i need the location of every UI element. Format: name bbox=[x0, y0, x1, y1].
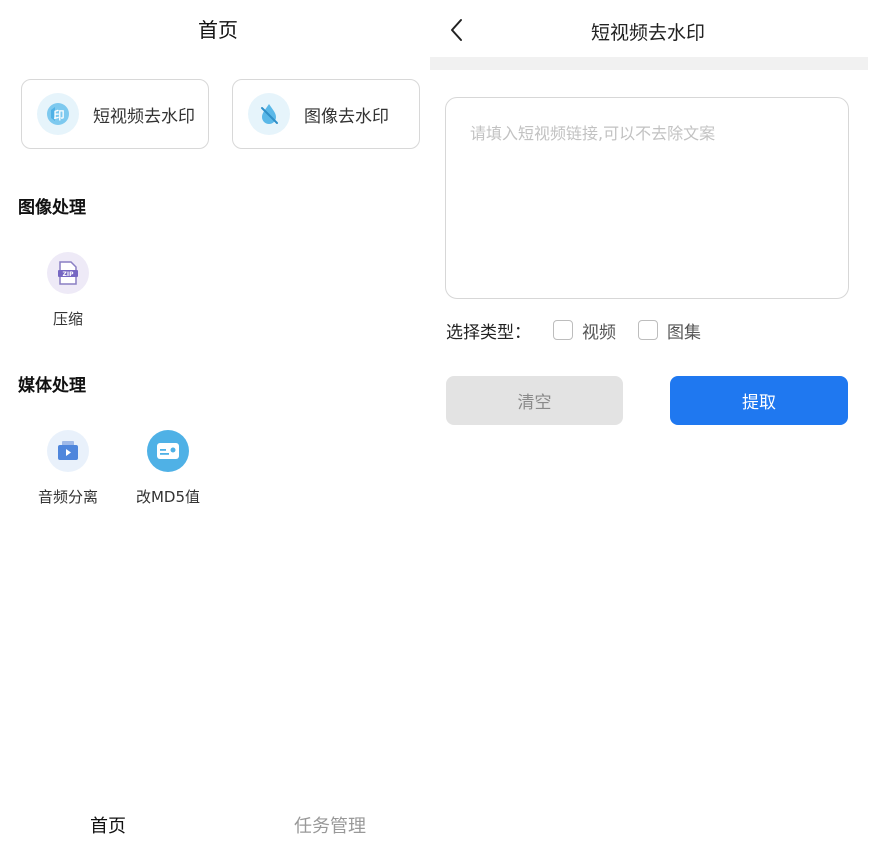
option-gallery[interactable]: 图集 bbox=[638, 318, 701, 343]
section-title-media-processing: 媒体处理 bbox=[18, 376, 86, 396]
header-divider bbox=[430, 57, 868, 70]
audio-separate-icon bbox=[47, 430, 89, 472]
option-video-label: 视频 bbox=[582, 322, 616, 343]
option-video[interactable]: 视频 bbox=[553, 318, 616, 343]
video-checkbox[interactable] bbox=[553, 320, 573, 340]
zip-icon: ZIP bbox=[47, 252, 89, 294]
section-title-image-processing: 图像处理 bbox=[18, 198, 86, 218]
clear-button[interactable]: 清空 bbox=[446, 376, 623, 425]
md5-icon bbox=[147, 430, 189, 472]
image-watermark-tool-button[interactable]: 图像去水印 bbox=[232, 79, 420, 149]
extract-button[interactable]: 提取 bbox=[670, 376, 848, 425]
extract-page-title: 短视频去水印 bbox=[590, 22, 705, 44]
grid-item-compress-label: 压缩 bbox=[52, 310, 83, 328]
svg-text:ZIP: ZIP bbox=[63, 271, 75, 278]
gallery-checkbox[interactable] bbox=[638, 320, 658, 340]
video-watermark-tool-button[interactable]: 印 短视频去水印 bbox=[21, 79, 209, 149]
grid-item-md5-label: 改MD5值 bbox=[135, 488, 201, 506]
grid-item-md5[interactable]: 改MD5值 bbox=[118, 430, 218, 507]
type-label: 选择类型： bbox=[446, 322, 531, 343]
tab-home[interactable]: 首页 bbox=[90, 812, 126, 838]
image-watermark-icon bbox=[248, 93, 290, 135]
video-link-input[interactable] bbox=[445, 97, 849, 299]
video-watermark-tool-label: 短视频去水印 bbox=[93, 106, 195, 127]
option-gallery-label: 图集 bbox=[667, 322, 701, 343]
grid-item-audio-separate-label: 音频分离 bbox=[37, 488, 98, 506]
grid-item-compress[interactable]: ZIP 压缩 bbox=[18, 252, 118, 329]
svg-text:印: 印 bbox=[54, 109, 65, 122]
image-watermark-tool-label: 图像去水印 bbox=[304, 106, 389, 127]
grid-item-audio-separate[interactable]: 音频分离 bbox=[18, 430, 118, 507]
type-selector: 选择类型： 视频 图集 bbox=[446, 316, 701, 344]
video-watermark-icon: 印 bbox=[37, 93, 79, 135]
tab-task-management[interactable]: 任务管理 bbox=[294, 812, 366, 838]
home-page-title: 首页 bbox=[198, 18, 238, 42]
